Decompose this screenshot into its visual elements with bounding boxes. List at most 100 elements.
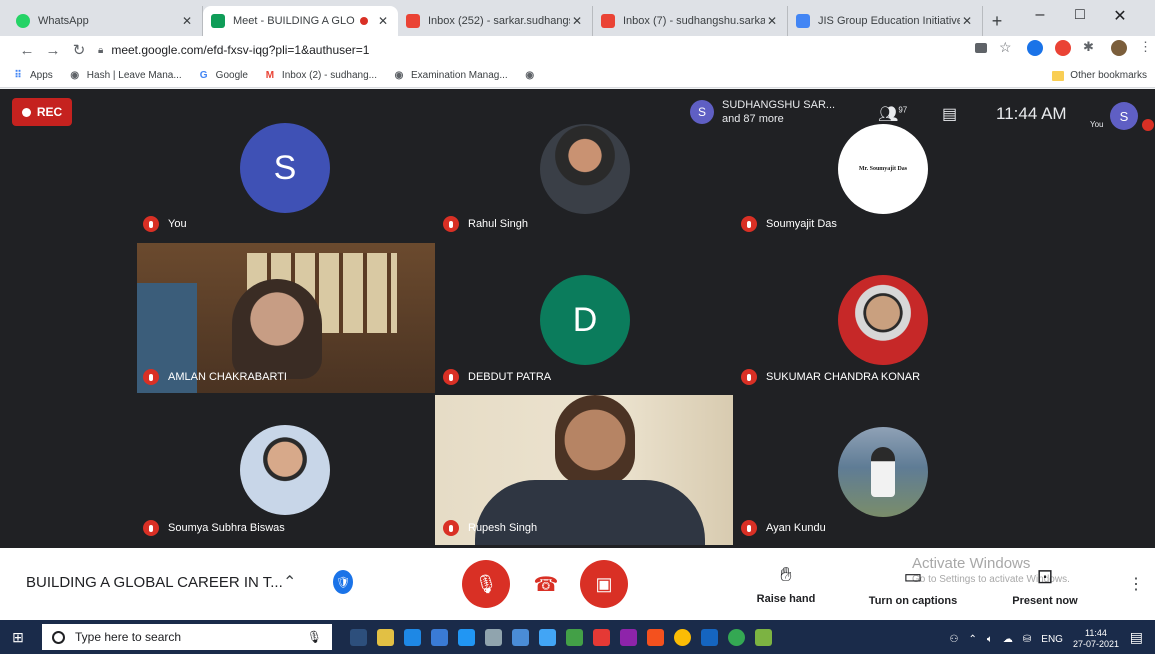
- presenter-more: and 87 more: [722, 113, 784, 125]
- participant-logo: Mr. Soumyajit Das: [838, 124, 928, 214]
- app-icon[interactable]: [431, 628, 448, 646]
- minimize-button[interactable]: –: [1020, 6, 1060, 24]
- close-icon[interactable]: ✕: [376, 14, 390, 28]
- mic-toggle-button[interactable]: 🎙︎: [462, 560, 510, 608]
- apps-grid-icon: ⠿: [14, 70, 22, 81]
- start-button[interactable]: ⊞: [0, 629, 36, 646]
- close-window-button[interactable]: ✕: [1100, 6, 1140, 26]
- globe-icon: ◉: [70, 70, 80, 81]
- new-tab-button[interactable]: +: [983, 6, 1011, 36]
- camera-icon[interactable]: [975, 43, 987, 53]
- app-icon[interactable]: [566, 628, 583, 646]
- volume-icon[interactable]: 🔈︎: [987, 634, 993, 645]
- bookmark-hash[interactable]: ◉ Hash | Leave Mana...: [69, 70, 181, 82]
- participant-label: Soumyajit Das: [741, 216, 837, 232]
- participant-label: Soumya Subhra Biswas: [143, 520, 285, 536]
- close-icon[interactable]: ✕: [180, 14, 194, 28]
- mic-off-icon: [741, 520, 757, 536]
- bookmark-inbox[interactable]: M Inbox (2) - sudhang...: [264, 70, 377, 82]
- profile-avatar-icon[interactable]: [1111, 40, 1127, 56]
- network-icon[interactable]: ⛁: [1023, 634, 1031, 645]
- tab-jis-group[interactable]: JIS Group Education Initiative ✕: [788, 6, 983, 36]
- mic-off-icon: [143, 216, 159, 232]
- participant-name: AMLAN CHAKRABARTI: [168, 371, 287, 383]
- participant-name: You: [168, 218, 187, 230]
- microphone-icon[interactable]: 🎙︎: [307, 630, 322, 644]
- tab-label: JIS Group Education Initiative: [818, 15, 960, 27]
- camera-toggle-button[interactable]: ▣: [580, 560, 628, 608]
- chrome-icon[interactable]: [674, 628, 691, 646]
- mic-off-icon: [741, 216, 757, 232]
- language-indicator[interactable]: ENG: [1041, 634, 1063, 645]
- bookmark-examination[interactable]: ◉ Examination Manag...: [393, 70, 508, 82]
- notification-icon[interactable]: ▤: [1130, 629, 1143, 646]
- task-view-icon[interactable]: [350, 628, 367, 646]
- host-controls-icon[interactable]: 🛡︎: [333, 570, 353, 594]
- maximize-button[interactable]: □: [1060, 6, 1100, 24]
- globe-icon: ◉: [394, 70, 404, 81]
- extension-icon[interactable]: [1055, 40, 1071, 56]
- chevron-up-icon[interactable]: ⌃: [969, 634, 977, 645]
- hand-icon: ✋︎: [780, 564, 792, 586]
- more-options-icon[interactable]: ⋮: [1128, 574, 1144, 594]
- app-icon[interactable]: [512, 628, 529, 646]
- rec-label: REC: [36, 105, 63, 119]
- chevron-up-icon[interactable]: ⌃: [283, 572, 296, 592]
- present-now-button[interactable]: ⊡ Present now: [1000, 564, 1090, 607]
- app-icon[interactable]: [593, 628, 610, 646]
- meeting-title[interactable]: BUILDING A GLOBAL CAREER IN T...: [26, 574, 283, 591]
- chat-button[interactable]: ▤: [942, 104, 957, 124]
- tab-inbox-7[interactable]: Inbox (7) - sudhangshu.sarkar ✕: [593, 6, 788, 36]
- raise-hand-label: Raise hand: [756, 593, 816, 605]
- app-icon[interactable]: [458, 628, 475, 646]
- star-icon[interactable]: ☆: [999, 40, 1015, 56]
- people-button[interactable]: 👥︎97: [878, 104, 907, 124]
- close-icon[interactable]: ✕: [570, 14, 584, 28]
- leave-call-button[interactable]: ☎︎: [528, 566, 564, 602]
- tab-meet[interactable]: Meet - BUILDING A GLO ✕: [203, 6, 398, 36]
- store-icon[interactable]: [377, 628, 394, 646]
- people-tray-icon[interactable]: ⚇: [950, 634, 959, 645]
- app-icon[interactable]: [539, 628, 556, 646]
- taskbar-search[interactable]: Type here to search 🎙︎: [42, 624, 332, 650]
- app-icon[interactable]: [647, 628, 664, 646]
- presenter-info[interactable]: S SUDHANGSHU SAR... and 87 more: [690, 98, 835, 126]
- captions-button[interactable]: ▭ Turn on captions: [863, 564, 963, 607]
- clock-time: 11:44: [1085, 628, 1107, 638]
- site-icon: [796, 14, 810, 28]
- participant-name: DEBDUT PATRA: [468, 371, 552, 383]
- menu-icon[interactable]: ⋮: [1139, 40, 1152, 56]
- self-avatar[interactable]: S: [1110, 102, 1138, 130]
- taskbar-apps: [350, 628, 772, 646]
- app-icon[interactable]: [485, 628, 502, 646]
- app-icon[interactable]: [701, 628, 718, 646]
- participant-label: You: [143, 216, 187, 232]
- participant-name: Rahul Singh: [468, 218, 528, 230]
- bookmark-google[interactable]: G Google: [198, 70, 248, 82]
- extension-icon[interactable]: [1027, 40, 1043, 56]
- bookmark-apps[interactable]: ⠿ Apps: [12, 70, 52, 82]
- participant-name: Rupesh Singh: [468, 522, 538, 534]
- reload-icon[interactable]: ↻: [66, 41, 92, 59]
- address-bar[interactable]: 🔒︎ meet.google.com/efd-fxsv-iqg?pli=1&au…: [98, 43, 369, 57]
- bookmark-unnamed[interactable]: ◉: [524, 70, 542, 82]
- edge-icon[interactable]: [404, 628, 421, 646]
- chrome-icon[interactable]: [728, 628, 745, 646]
- other-bookmarks[interactable]: Other bookmarks: [1052, 70, 1147, 81]
- recording-badge: REC: [12, 98, 72, 126]
- tab-inbox-252[interactable]: Inbox (252) - sarkar.sudhangs ✕: [398, 6, 593, 36]
- tab-label: WhatsApp: [38, 15, 89, 27]
- taskbar-clock[interactable]: 11:44 27-07-2021: [1073, 628, 1119, 650]
- raise-hand-button[interactable]: ✋︎ Raise hand: [741, 564, 831, 605]
- back-arrow-icon[interactable]: ←: [14, 42, 40, 59]
- forward-arrow-icon[interactable]: →: [40, 42, 66, 59]
- record-dot-icon: [21, 107, 31, 117]
- cloud-icon[interactable]: ☁︎: [1003, 634, 1013, 645]
- app-icon[interactable]: [620, 628, 637, 646]
- puzzle-icon[interactable]: ✱: [1083, 40, 1099, 56]
- tab-whatsapp[interactable]: WhatsApp ✕: [8, 6, 203, 36]
- close-icon[interactable]: ✕: [960, 14, 974, 28]
- url-text: meet.google.com/efd-fxsv-iqg?pli=1&authu…: [111, 43, 370, 57]
- app-icon[interactable]: [755, 628, 772, 646]
- close-icon[interactable]: ✕: [765, 14, 779, 28]
